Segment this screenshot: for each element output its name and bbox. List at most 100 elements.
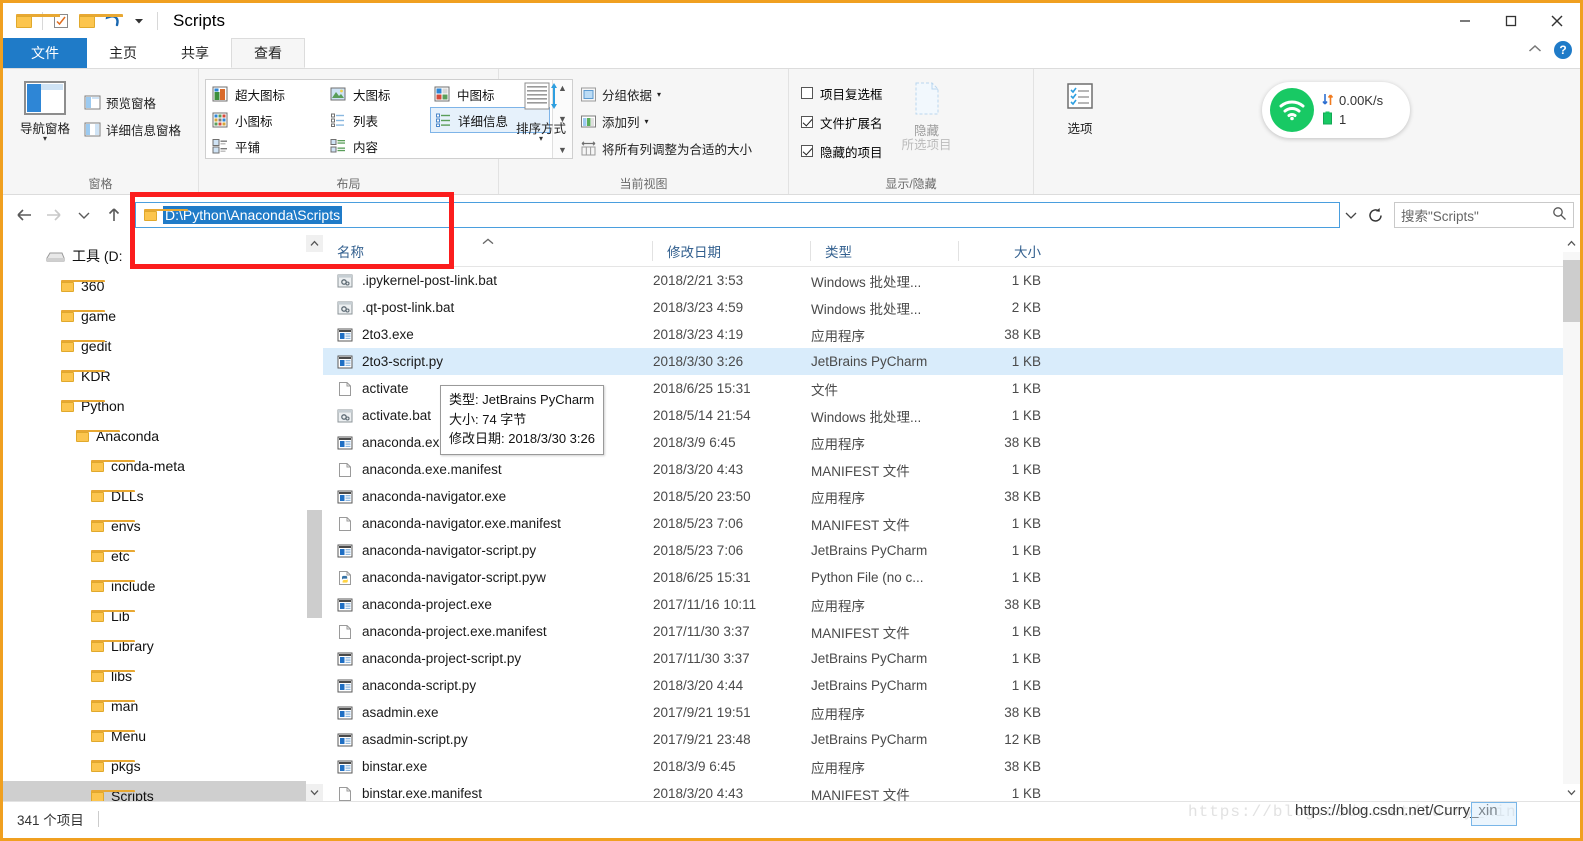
new-folder-icon[interactable] [74, 8, 123, 34]
table-row[interactable]: binstar.exe 2018/3/9 6:45 应用程序 38 KB [323, 753, 1580, 780]
tree-item-scripts[interactable]: Scripts [3, 781, 323, 801]
table-row[interactable]: anaconda-script.py 2018/3/20 4:44 JetBra… [323, 672, 1580, 699]
tree-item-gedit[interactable]: gedit [3, 331, 323, 361]
tree-item-libs[interactable]: libs [3, 661, 323, 691]
sort-by-button[interactable]: 排序方式 ▾ [505, 77, 577, 143]
minimize-button[interactable] [1442, 3, 1488, 39]
address-path-text[interactable]: D:\Python\Anaconda\Scripts [163, 206, 343, 224]
column-header-date[interactable]: 修改日期 [653, 235, 811, 267]
tree-item-envs[interactable]: envs [3, 511, 323, 541]
tree-item-kdr[interactable]: KDR [3, 361, 323, 391]
tree-item-include[interactable]: include [3, 571, 323, 601]
column-header-name[interactable]: 名称 [323, 235, 653, 267]
refresh-icon[interactable] [1362, 202, 1388, 228]
up-button[interactable] [99, 200, 129, 230]
address-dropdown-icon[interactable] [1340, 210, 1362, 220]
tree-item-etc[interactable]: etc [3, 541, 323, 571]
table-row[interactable]: anaconda-project-script.py 2017/11/30 3:… [323, 645, 1580, 672]
table-row[interactable]: asadmin-script.py 2017/9/21 23:48 JetBra… [323, 726, 1580, 753]
view-list[interactable]: 列表 [326, 107, 430, 133]
chevron-down-icon[interactable]: ▾ [539, 135, 543, 143]
tree-item-dlls[interactable]: DLLs [3, 481, 323, 511]
checkbox-hidden-items[interactable]: 隐藏的项目 [801, 139, 883, 163]
view-extra-large-icons[interactable]: 超大图标 [208, 81, 326, 107]
tree-item-pkgs[interactable]: pkgs [3, 751, 323, 781]
table-row[interactable]: anaconda-navigator-script.py 2018/5/23 7… [323, 537, 1580, 564]
view-large-icons[interactable]: 大图标 [326, 81, 430, 107]
checkbox-item-checkboxes[interactable]: 项目复选框 [801, 81, 883, 105]
help-icon[interactable]: ? [1554, 41, 1572, 59]
tree-item-lib[interactable]: Lib [3, 601, 323, 631]
scroll-track[interactable] [306, 252, 323, 784]
file-list-scrollbar[interactable] [1563, 235, 1580, 801]
table-row[interactable]: 2to3-script.py 2018/3/30 3:26 JetBrains … [323, 348, 1580, 375]
chevron-down-icon[interactable]: ▾ [645, 117, 649, 126]
table-row[interactable]: anaconda.exe.manifest 2018/3/20 4:43 MAN… [323, 456, 1580, 483]
scroll-down-icon[interactable] [1563, 784, 1580, 801]
table-row[interactable]: anaconda-navigator.exe.manifest 2018/5/2… [323, 510, 1580, 537]
tab-share[interactable]: 共享 [159, 38, 231, 68]
address-input[interactable]: D:\Python\Anaconda\Scripts [135, 202, 1340, 228]
size-columns-to-fit-button[interactable]: 将所有列调整为合适的大小 [577, 137, 755, 159]
folder-icon[interactable] [11, 8, 60, 34]
search-input[interactable]: 搜索"Scripts" [1394, 202, 1574, 228]
tree-item-python[interactable]: Python [3, 391, 323, 421]
tab-file[interactable]: 文件 [3, 38, 87, 68]
preview-pane-button[interactable]: 预览窗格 [81, 91, 184, 113]
tab-view[interactable]: 查看 [231, 38, 305, 68]
table-row[interactable]: 2to3.exe 2018/3/23 4:19 应用程序 38 KB [323, 321, 1580, 348]
table-row[interactable]: binstar.exe.manifest 2018/3/20 4:43 MANI… [323, 780, 1580, 801]
table-row[interactable]: anaconda-navigator-script.pyw 2018/6/25 … [323, 564, 1580, 591]
table-row[interactable]: anaconda-project.exe.manifest 2017/11/30… [323, 618, 1580, 645]
navigation-pane-button[interactable]: 导航窗格 ▾ [9, 77, 81, 143]
group-by-button[interactable]: 分组依据 ▾ [577, 83, 755, 105]
maximize-button[interactable] [1488, 3, 1534, 39]
options-button[interactable]: 选项 [1044, 77, 1116, 136]
tab-home[interactable]: 主页 [87, 38, 159, 68]
tree-item-game[interactable]: game [3, 301, 323, 331]
details-pane-button[interactable]: 详细信息窗格 [81, 118, 184, 140]
tree-item-library[interactable]: Library [3, 631, 323, 661]
undo-icon[interactable] [100, 8, 126, 34]
recent-locations-button[interactable] [69, 200, 99, 230]
forward-button[interactable] [39, 200, 69, 230]
chevron-down-icon[interactable]: ▾ [43, 135, 47, 143]
view-content[interactable]: 内容 [326, 133, 430, 159]
table-row[interactable]: .qt-post-link.bat 2018/3/23 4:59 Windows… [323, 294, 1580, 321]
table-row[interactable]: asadmin.exe 2017/9/21 19:51 应用程序 38 KB [323, 699, 1580, 726]
navigation-pane-scrollbar[interactable] [306, 235, 323, 801]
view-small-icons[interactable]: 小图标 [208, 107, 326, 133]
scroll-down-icon[interactable] [306, 784, 323, 801]
customize-quick-access-icon[interactable] [126, 8, 152, 34]
close-button[interactable] [1534, 3, 1580, 39]
scroll-up-icon[interactable] [1563, 235, 1580, 252]
table-row[interactable]: anaconda-navigator.exe 2018/5/20 23:50 应… [323, 483, 1580, 510]
checkbox-file-extensions-box[interactable] [801, 116, 813, 128]
scroll-up-icon[interactable] [306, 235, 323, 252]
search-icon[interactable] [1552, 206, 1567, 224]
scroll-thumb[interactable] [1563, 260, 1580, 322]
checkbox-item-checkboxes-box[interactable] [801, 87, 813, 99]
tree-item-conda-meta[interactable]: conda-meta [3, 451, 323, 481]
network-speed-widget[interactable]: 0.00K/s 1 [1262, 82, 1410, 138]
checkbox-hidden-items-box[interactable] [801, 145, 813, 157]
properties-checkbox-icon[interactable] [48, 8, 74, 34]
tree-item-360[interactable]: 360 [3, 271, 323, 301]
exe-file-icon [337, 651, 353, 667]
scroll-track[interactable] [1563, 252, 1580, 784]
tree-item-man[interactable]: man [3, 691, 323, 721]
checkbox-file-extensions[interactable]: 文件扩展名 [801, 110, 883, 134]
chevron-down-icon[interactable]: ▾ [657, 90, 661, 99]
column-header-type[interactable]: 类型 [811, 235, 959, 267]
scroll-thumb[interactable] [307, 510, 322, 618]
tree-item-anaconda[interactable]: Anaconda [3, 421, 323, 451]
tree-item-menu[interactable]: Menu [3, 721, 323, 751]
table-row[interactable]: anaconda-project.exe 2017/11/16 10:11 应用… [323, 591, 1580, 618]
add-columns-button[interactable]: 添加列 ▾ [577, 110, 755, 132]
view-tiles[interactable]: 平铺 [208, 133, 326, 159]
back-button[interactable] [9, 200, 39, 230]
ribbon-collapse-icon[interactable] [1528, 43, 1542, 57]
tree-item-drive-d[interactable]: 工具 (D: [3, 241, 323, 271]
table-row[interactable]: .ipykernel-post-link.bat 2018/2/21 3:53 … [323, 267, 1580, 294]
column-header-size[interactable]: 大小 [959, 235, 1059, 267]
